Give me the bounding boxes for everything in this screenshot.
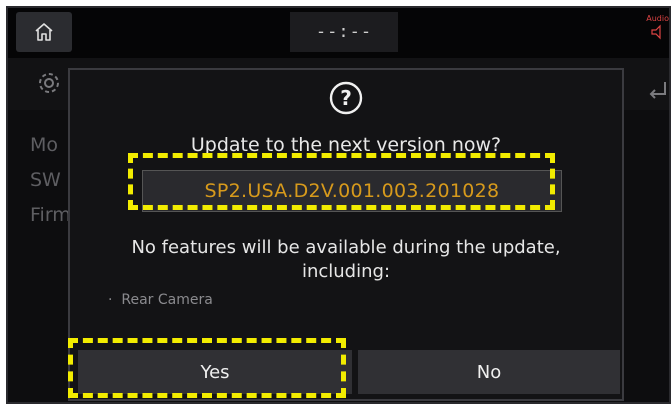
speaker-icon	[651, 24, 661, 40]
question-circle-icon: ?	[329, 81, 363, 115]
message-line: No features will be available during the…	[131, 237, 561, 258]
list-item: SW	[30, 169, 61, 191]
audio-label: Audio	[646, 14, 669, 23]
status-bar: --:-- Audio	[8, 8, 669, 58]
list-item: Firm	[30, 204, 71, 226]
home-button[interactable]	[16, 12, 72, 52]
clock: --:--	[290, 12, 398, 52]
gear-icon[interactable]	[36, 70, 62, 96]
message-line: including:	[301, 261, 391, 282]
feature-item: · Rear Camera	[108, 292, 213, 308]
back-arrow-icon[interactable]	[647, 78, 667, 100]
feature-label: Rear Camera	[121, 292, 213, 308]
version-highlight	[128, 153, 555, 210]
svg-text:?: ?	[340, 86, 352, 110]
home-icon	[35, 23, 53, 41]
yes-highlight	[68, 338, 346, 398]
no-button[interactable]: No	[358, 350, 620, 394]
settings-list: Mo SW Firm	[30, 128, 71, 233]
dialog-message: No features will be available during the…	[70, 236, 622, 284]
list-item: Mo	[30, 134, 59, 156]
